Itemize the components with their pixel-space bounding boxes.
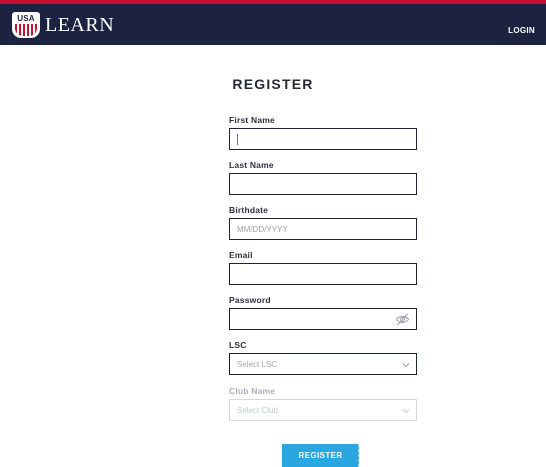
email-input-wrap bbox=[229, 263, 417, 285]
first-name-label: First Name bbox=[229, 115, 275, 125]
register-button[interactable]: REGISTER bbox=[282, 444, 359, 467]
lsc-label: LSC bbox=[229, 340, 247, 350]
lsc-select[interactable]: Select LSC bbox=[229, 353, 417, 375]
password-input-wrap bbox=[229, 308, 417, 330]
last-name-group: Last Name bbox=[229, 160, 417, 195]
last-name-input-wrap bbox=[229, 173, 417, 195]
first-name-group: First Name bbox=[229, 115, 417, 150]
page-title: REGISTER bbox=[232, 76, 314, 92]
email-label: Email bbox=[229, 250, 253, 260]
email-field[interactable] bbox=[230, 264, 416, 285]
last-name-field[interactable] bbox=[230, 174, 416, 195]
club-selected-value: Select Club bbox=[237, 406, 278, 415]
birthdate-input-wrap bbox=[229, 218, 417, 240]
password-field[interactable] bbox=[230, 309, 416, 330]
club-label: Club Name bbox=[229, 386, 276, 396]
chevron-down-icon bbox=[402, 409, 410, 414]
password-label: Password bbox=[229, 295, 271, 305]
birthdate-label: Birthdate bbox=[229, 205, 269, 215]
first-name-field[interactable] bbox=[230, 129, 416, 150]
chevron-down-icon bbox=[402, 363, 410, 368]
email-group: Email bbox=[229, 250, 417, 285]
logo-stripes bbox=[15, 24, 37, 36]
top-navbar: USA LEARN LOGIN bbox=[0, 0, 546, 45]
brand-name: LEARN bbox=[45, 13, 115, 36]
last-name-label: Last Name bbox=[229, 160, 274, 170]
lsc-selected-value: Select LSC bbox=[237, 360, 278, 369]
birthdate-field[interactable] bbox=[230, 219, 416, 240]
club-group: Club Name Select Club bbox=[229, 386, 417, 421]
first-name-input-wrap bbox=[229, 128, 417, 150]
lsc-group: LSC Select LSC bbox=[229, 340, 417, 375]
usa-swimming-logo-icon: USA bbox=[12, 12, 40, 38]
logo-text: USA bbox=[17, 14, 35, 23]
text-cursor bbox=[237, 134, 238, 145]
brand[interactable]: USA LEARN bbox=[12, 12, 114, 38]
password-group: Password bbox=[229, 295, 417, 330]
eye-slash-icon[interactable] bbox=[395, 313, 410, 326]
club-select[interactable]: Select Club bbox=[229, 399, 417, 421]
login-link[interactable]: LOGIN bbox=[508, 26, 535, 35]
birthdate-group: Birthdate bbox=[229, 205, 417, 240]
